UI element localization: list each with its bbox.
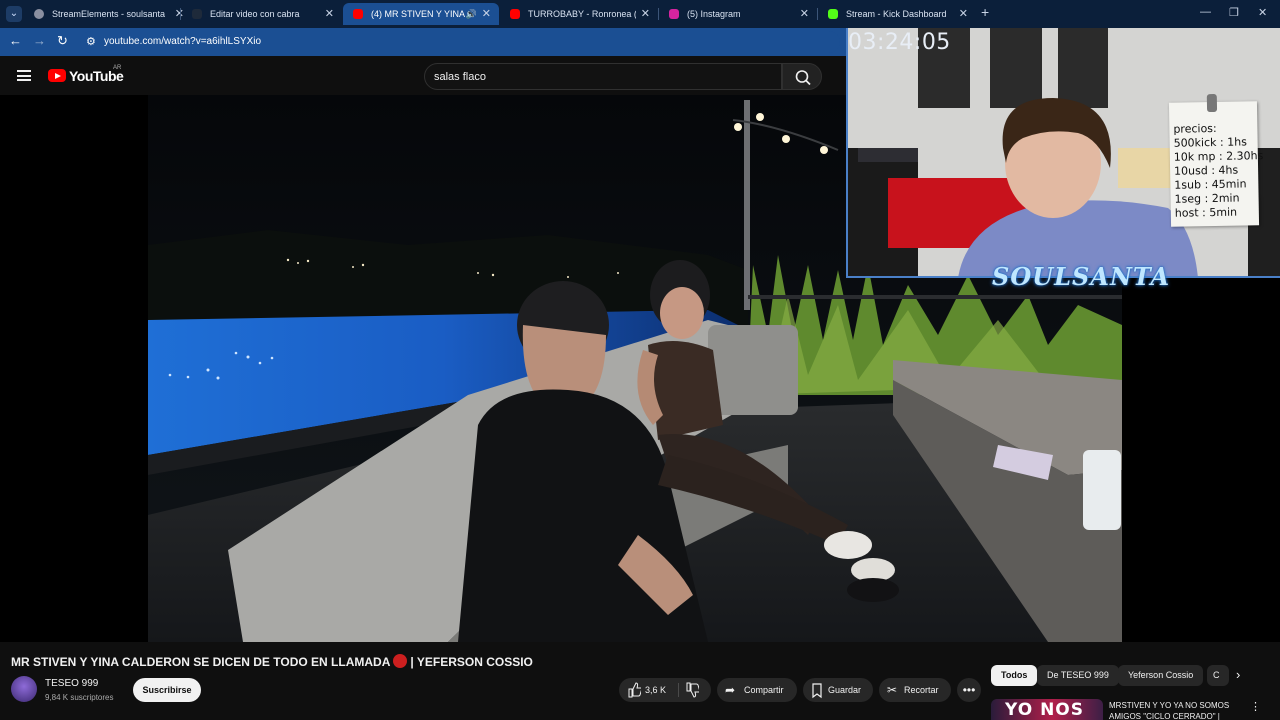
- price-line: 10usd : 4hs: [1174, 163, 1239, 178]
- tab-divider: [180, 8, 181, 20]
- streamer-watermark: SOULSANTA: [992, 262, 1171, 291]
- window-close-icon[interactable]: ✕: [1258, 6, 1267, 19]
- tab-youtube-video[interactable]: (4) MR STIVEN Y YINA CALDERON SE DICEN D…: [343, 3, 499, 25]
- share-icon: ➦: [725, 683, 736, 697]
- video-title-suffix: | YEFERSON COSSIO: [410, 655, 533, 669]
- scissors-icon: ✂: [887, 683, 898, 697]
- instagram-favicon-icon: [669, 9, 679, 19]
- close-icon[interactable]: ✕: [641, 3, 650, 25]
- channel-avatar[interactable]: [11, 676, 37, 702]
- chevron-right-icon[interactable]: ›: [1236, 667, 1240, 682]
- close-icon[interactable]: ✕: [482, 3, 491, 25]
- price-note: precios: 500kick : 1hs 10k mp : 2.30hs 1…: [1168, 93, 1264, 227]
- youtube-play-logo-icon: [48, 69, 66, 82]
- speaker-icon[interactable]: 🔊: [466, 3, 477, 25]
- like-divider: [678, 683, 679, 697]
- tab-streamelements[interactable]: StreamElements - soulsanta ✕: [24, 3, 192, 25]
- tab-kick-dashboard[interactable]: Stream - Kick Dashboard ✕: [818, 3, 976, 25]
- search-box[interactable]: [424, 63, 782, 90]
- restore-icon[interactable]: ❐: [1229, 6, 1239, 19]
- cabra-favicon-icon: [192, 9, 202, 19]
- youtube-favicon-icon: [510, 9, 520, 19]
- kick-favicon-icon: [828, 9, 838, 19]
- like-button[interactable]: [627, 678, 643, 710]
- subscriber-count: 9,84 K suscriptores: [45, 693, 114, 702]
- subscribe-button[interactable]: Suscribirse: [133, 678, 201, 702]
- search-icon: [795, 70, 811, 86]
- tab-title: StreamElements - soulsanta: [52, 9, 166, 19]
- like-count[interactable]: 3,6 K: [645, 678, 666, 702]
- more-vertical-icon[interactable]: ⋮: [1250, 700, 1261, 713]
- clip-label: Recortar: [904, 685, 939, 695]
- dislike-button[interactable]: [685, 678, 701, 710]
- search-button[interactable]: [782, 63, 822, 90]
- tab-title: TURROBABY - Ronronea (prod. by...: [528, 9, 636, 19]
- video-title-text: MR STIVEN Y YINA CALDERON SE DICEN DE TO…: [11, 655, 391, 669]
- tab-title: Editar video con cabra: [210, 9, 300, 19]
- price-line: precios:: [1173, 121, 1217, 136]
- thumbs-down-icon: [686, 682, 701, 698]
- price-line: 10k mp : 2.30hs: [1173, 149, 1264, 164]
- search-input[interactable]: [434, 69, 764, 85]
- chip-truncated[interactable]: C: [1207, 665, 1229, 686]
- price-line: 1seg : 2min: [1174, 191, 1240, 206]
- tab-instagram[interactable]: (5) Instagram ✕: [659, 3, 817, 25]
- clip-button[interactable]: ✂ Recortar: [879, 678, 951, 702]
- angry-emoji-icon: [393, 654, 408, 668]
- recommendation-title[interactable]: MRSTIVEN Y YO YA NO SOMOS AMIGOS "CICLO …: [1109, 700, 1245, 720]
- video-title: MR STIVEN Y YINA CALDERON SE DICEN DE TO…: [11, 654, 533, 669]
- more-actions-button[interactable]: •••: [957, 678, 981, 702]
- new-tab-plus-icon[interactable]: +: [981, 4, 989, 20]
- reload-icon[interactable]: ↻: [57, 33, 68, 49]
- site-settings-icon[interactable]: ⚙: [86, 35, 96, 48]
- save-button[interactable]: Guardar: [803, 678, 873, 702]
- more-horizontal-icon: •••: [962, 683, 976, 697]
- youtube-favicon-icon: [353, 9, 363, 19]
- price-line: 500kick : 1hs: [1173, 135, 1247, 150]
- tab-search-button[interactable]: ⌄: [6, 6, 22, 22]
- close-icon[interactable]: ✕: [800, 3, 809, 25]
- minimize-icon[interactable]: —: [1200, 6, 1211, 18]
- thumbnail-text: YO NOS: [1005, 700, 1084, 720]
- country-code: AR: [113, 65, 122, 71]
- close-icon[interactable]: ✕: [959, 3, 968, 25]
- tab-title: (4) MR STIVEN Y YINA CALDERON SE DICEN D…: [371, 9, 469, 19]
- thumbs-up-icon: [628, 682, 643, 698]
- price-line: 1sub : 45min: [1174, 177, 1247, 192]
- share-button[interactable]: ➦ Compartir: [717, 678, 797, 702]
- stream-timer: 03:24:05: [848, 30, 951, 55]
- bookmark-shape: [812, 683, 822, 699]
- forward-arrow-icon[interactable]: →: [33, 33, 46, 48]
- tab-turrobaby[interactable]: TURROBABY - Ronronea (prod. by... ✕: [500, 3, 658, 25]
- hamburger-menu-icon[interactable]: [17, 70, 31, 81]
- back-arrow-icon[interactable]: ←: [9, 33, 22, 48]
- bookmark-icon: [811, 678, 823, 710]
- tab-title: (5) Instagram: [687, 9, 741, 19]
- chip-from-channel[interactable]: De TESEO 999: [1037, 665, 1119, 686]
- tab-editar-video[interactable]: Editar video con cabra ✕: [182, 3, 342, 25]
- address-bar[interactable]: ⚙ youtube.com/watch?v=a6ihlLSYXio: [80, 31, 840, 53]
- channel-name[interactable]: TESEO 999: [45, 678, 98, 689]
- save-label: Guardar: [828, 685, 862, 695]
- chip-todos[interactable]: Todos: [991, 665, 1038, 686]
- pushpin-icon: [1206, 93, 1218, 113]
- recommendation-thumbnail[interactable]: YO NOS: [991, 699, 1103, 720]
- close-icon[interactable]: ✕: [325, 3, 334, 25]
- like-dislike-group: 3,6 K: [619, 678, 711, 702]
- video-info: MR STIVEN Y YINA CALDERON SE DICEN DE TO…: [0, 642, 1280, 720]
- url-text[interactable]: youtube.com/watch?v=a6ihlLSYXio: [104, 36, 261, 47]
- price-line: host : 5min: [1174, 205, 1238, 220]
- tab-strip: ⌄ StreamElements - soulsanta ✕ Editar vi…: [0, 0, 1280, 28]
- streamelements-favicon-icon: [34, 9, 44, 19]
- share-label: Compartir: [744, 685, 784, 695]
- chip-yeferson-cossio[interactable]: Yeferson Cossio: [1118, 665, 1204, 686]
- tab-title: Stream - Kick Dashboard: [846, 9, 947, 19]
